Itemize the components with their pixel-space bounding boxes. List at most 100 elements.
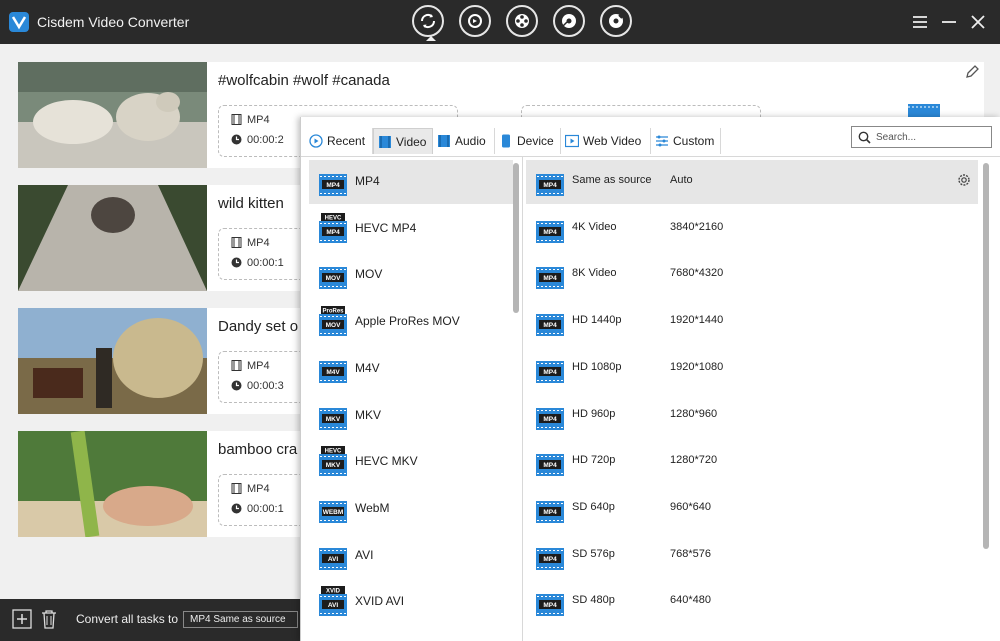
resolution-item[interactable]: MP4 HD 1080p 1920*1080: [526, 347, 978, 391]
resolution-list-scrollbar[interactable]: [983, 163, 989, 549]
video-thumbnail[interactable]: [18, 431, 207, 537]
source-format: MP4: [247, 483, 270, 495]
format-label: XVID AVI: [355, 594, 405, 609]
svg-text:MP4: MP4: [543, 509, 557, 516]
custom-icon: [656, 135, 668, 147]
format-item[interactable]: M4V M4V: [309, 347, 513, 391]
add-file-icon[interactable]: [12, 609, 32, 629]
burn-mode-button[interactable]: [600, 5, 632, 37]
resolution-name: 4K Video: [572, 220, 617, 233]
resolution-size: 640*480: [670, 594, 711, 607]
film-icon: [231, 360, 242, 371]
svg-text:MKV: MKV: [326, 416, 341, 423]
format-label: M4V: [355, 360, 380, 375]
svg-text:M4V: M4V: [326, 369, 340, 376]
format-label: MKV: [355, 407, 382, 422]
resolution-item[interactable]: MP4 8K Video 7680*4320: [526, 253, 978, 297]
rip-mode-button[interactable]: [553, 5, 585, 37]
resolution-name: SD 640p: [572, 500, 615, 513]
svg-text:MP4: MP4: [543, 322, 557, 329]
clock-icon: [231, 257, 242, 268]
tab-device[interactable]: Device: [495, 128, 561, 154]
tab-label: Audio: [455, 134, 486, 148]
format-item[interactable]: MOV MOV: [309, 253, 513, 297]
svg-text:HEVC: HEVC: [325, 215, 342, 221]
device-icon: [502, 134, 510, 148]
resolution-item[interactable]: MP4 SD 576p 768*576: [526, 534, 978, 578]
task-title: Dandy set o: [218, 318, 299, 335]
resolution-size: 1280*960: [670, 407, 718, 420]
tab-recent[interactable]: Recent: [305, 128, 373, 154]
convert-mode-button[interactable]: [412, 5, 444, 41]
minimize-icon[interactable]: [939, 12, 959, 32]
search-input[interactable]: [876, 130, 988, 144]
format-item[interactable]: MKV MKV: [309, 394, 513, 438]
close-icon[interactable]: [968, 12, 988, 32]
format-item[interactable]: MP4 MP4: [309, 160, 513, 204]
resolution-item[interactable]: MP4 HD 720p 1280*720: [526, 440, 978, 484]
tab-audio[interactable]: Audio: [433, 128, 495, 154]
video-format-icon: MP4: [536, 360, 564, 383]
resolution-item[interactable]: MP4 HD 960p 1280*960: [526, 394, 978, 438]
svg-text:MP4: MP4: [326, 182, 340, 189]
video-format-icon: AVI: [319, 547, 347, 570]
resolution-item[interactable]: MP4 4K Video 3840*2160: [526, 207, 978, 251]
video-format-icon: MP4: [536, 314, 564, 337]
menu-icon[interactable]: [910, 12, 930, 32]
format-item[interactable]: AVI AVI: [309, 534, 513, 578]
format-list-scrollbar[interactable]: [513, 163, 519, 313]
trash-icon[interactable]: [40, 609, 58, 629]
source-duration: 00:00:3: [247, 380, 284, 392]
format-label: MOV: [355, 267, 383, 282]
video-format-icon: MP4: [536, 267, 564, 290]
resolution-size: 1920*1440: [670, 314, 724, 327]
clock-icon: [231, 380, 242, 391]
resolution-size: 960*640: [670, 500, 711, 513]
download-mode-button[interactable]: [506, 5, 538, 37]
tab-label: Device: [517, 134, 554, 148]
format-item[interactable]: ProRes MOV Apple ProRes MOV: [309, 300, 513, 344]
compress-mode-button[interactable]: [459, 5, 491, 37]
tab-custom[interactable]: Custom: [651, 128, 721, 154]
video-format-icon: HEVC MP4: [319, 212, 347, 243]
resolution-name: HD 1080p: [572, 360, 622, 373]
format-item[interactable]: WEBM WebM: [309, 487, 513, 531]
video-thumbnail[interactable]: [18, 62, 207, 168]
resolution-list: MP4 Same as source Auto MP4 4K Video 3840*216…: [526, 160, 981, 630]
source-format: MP4: [247, 237, 270, 249]
video-format-icon: ProRes MOV: [319, 306, 347, 337]
tab-label: Recent: [327, 134, 366, 148]
gear-icon[interactable]: [956, 172, 972, 188]
clock-icon: [231, 503, 242, 514]
video-format-icon: MP4: [536, 407, 564, 430]
format-item[interactable]: XVID AVI XVID AVI: [309, 580, 513, 624]
convert-all-select[interactable]: MP4 Same as source: [183, 611, 298, 628]
video-thumbnail[interactable]: [18, 185, 207, 291]
format-item[interactable]: HEVC MKV HEVC MKV: [309, 440, 513, 484]
resolution-item[interactable]: MP4 Same as source Auto: [526, 160, 978, 204]
resolution-item[interactable]: MP4 SD 640p 960*640: [526, 487, 978, 531]
svg-text:MOV: MOV: [326, 275, 341, 282]
tab-label: Web Video: [583, 134, 642, 148]
format-label: MP4: [355, 174, 380, 188]
video-format-icon: MP4: [319, 174, 347, 196]
tab-web-video[interactable]: Web Video: [561, 128, 651, 154]
format-item[interactable]: HEVC MP4 HEVC MP4: [309, 207, 513, 251]
film-icon: [231, 237, 242, 248]
film-icon: [231, 114, 242, 125]
download-icon: [515, 14, 529, 28]
video-film-icon: [379, 136, 391, 148]
resolution-name: Same as source: [572, 174, 652, 186]
search-box[interactable]: [851, 126, 992, 148]
tab-video[interactable]: Video: [373, 128, 433, 154]
resolution-item[interactable]: MP4 HD 1440p 1920*1440: [526, 300, 978, 344]
source-format: MP4: [247, 360, 270, 372]
task-title: wild kitten: [218, 195, 284, 212]
resolution-item[interactable]: MP4 SD 480p 640*480: [526, 580, 978, 624]
video-format-icon: MP4: [536, 220, 564, 243]
edit-icon[interactable]: [964, 64, 980, 80]
resolution-name: HD 1440p: [572, 314, 622, 327]
resolution-size: 1920*1080: [670, 360, 724, 373]
resolution-name: SD 480p: [572, 594, 615, 607]
video-thumbnail[interactable]: [18, 308, 207, 414]
